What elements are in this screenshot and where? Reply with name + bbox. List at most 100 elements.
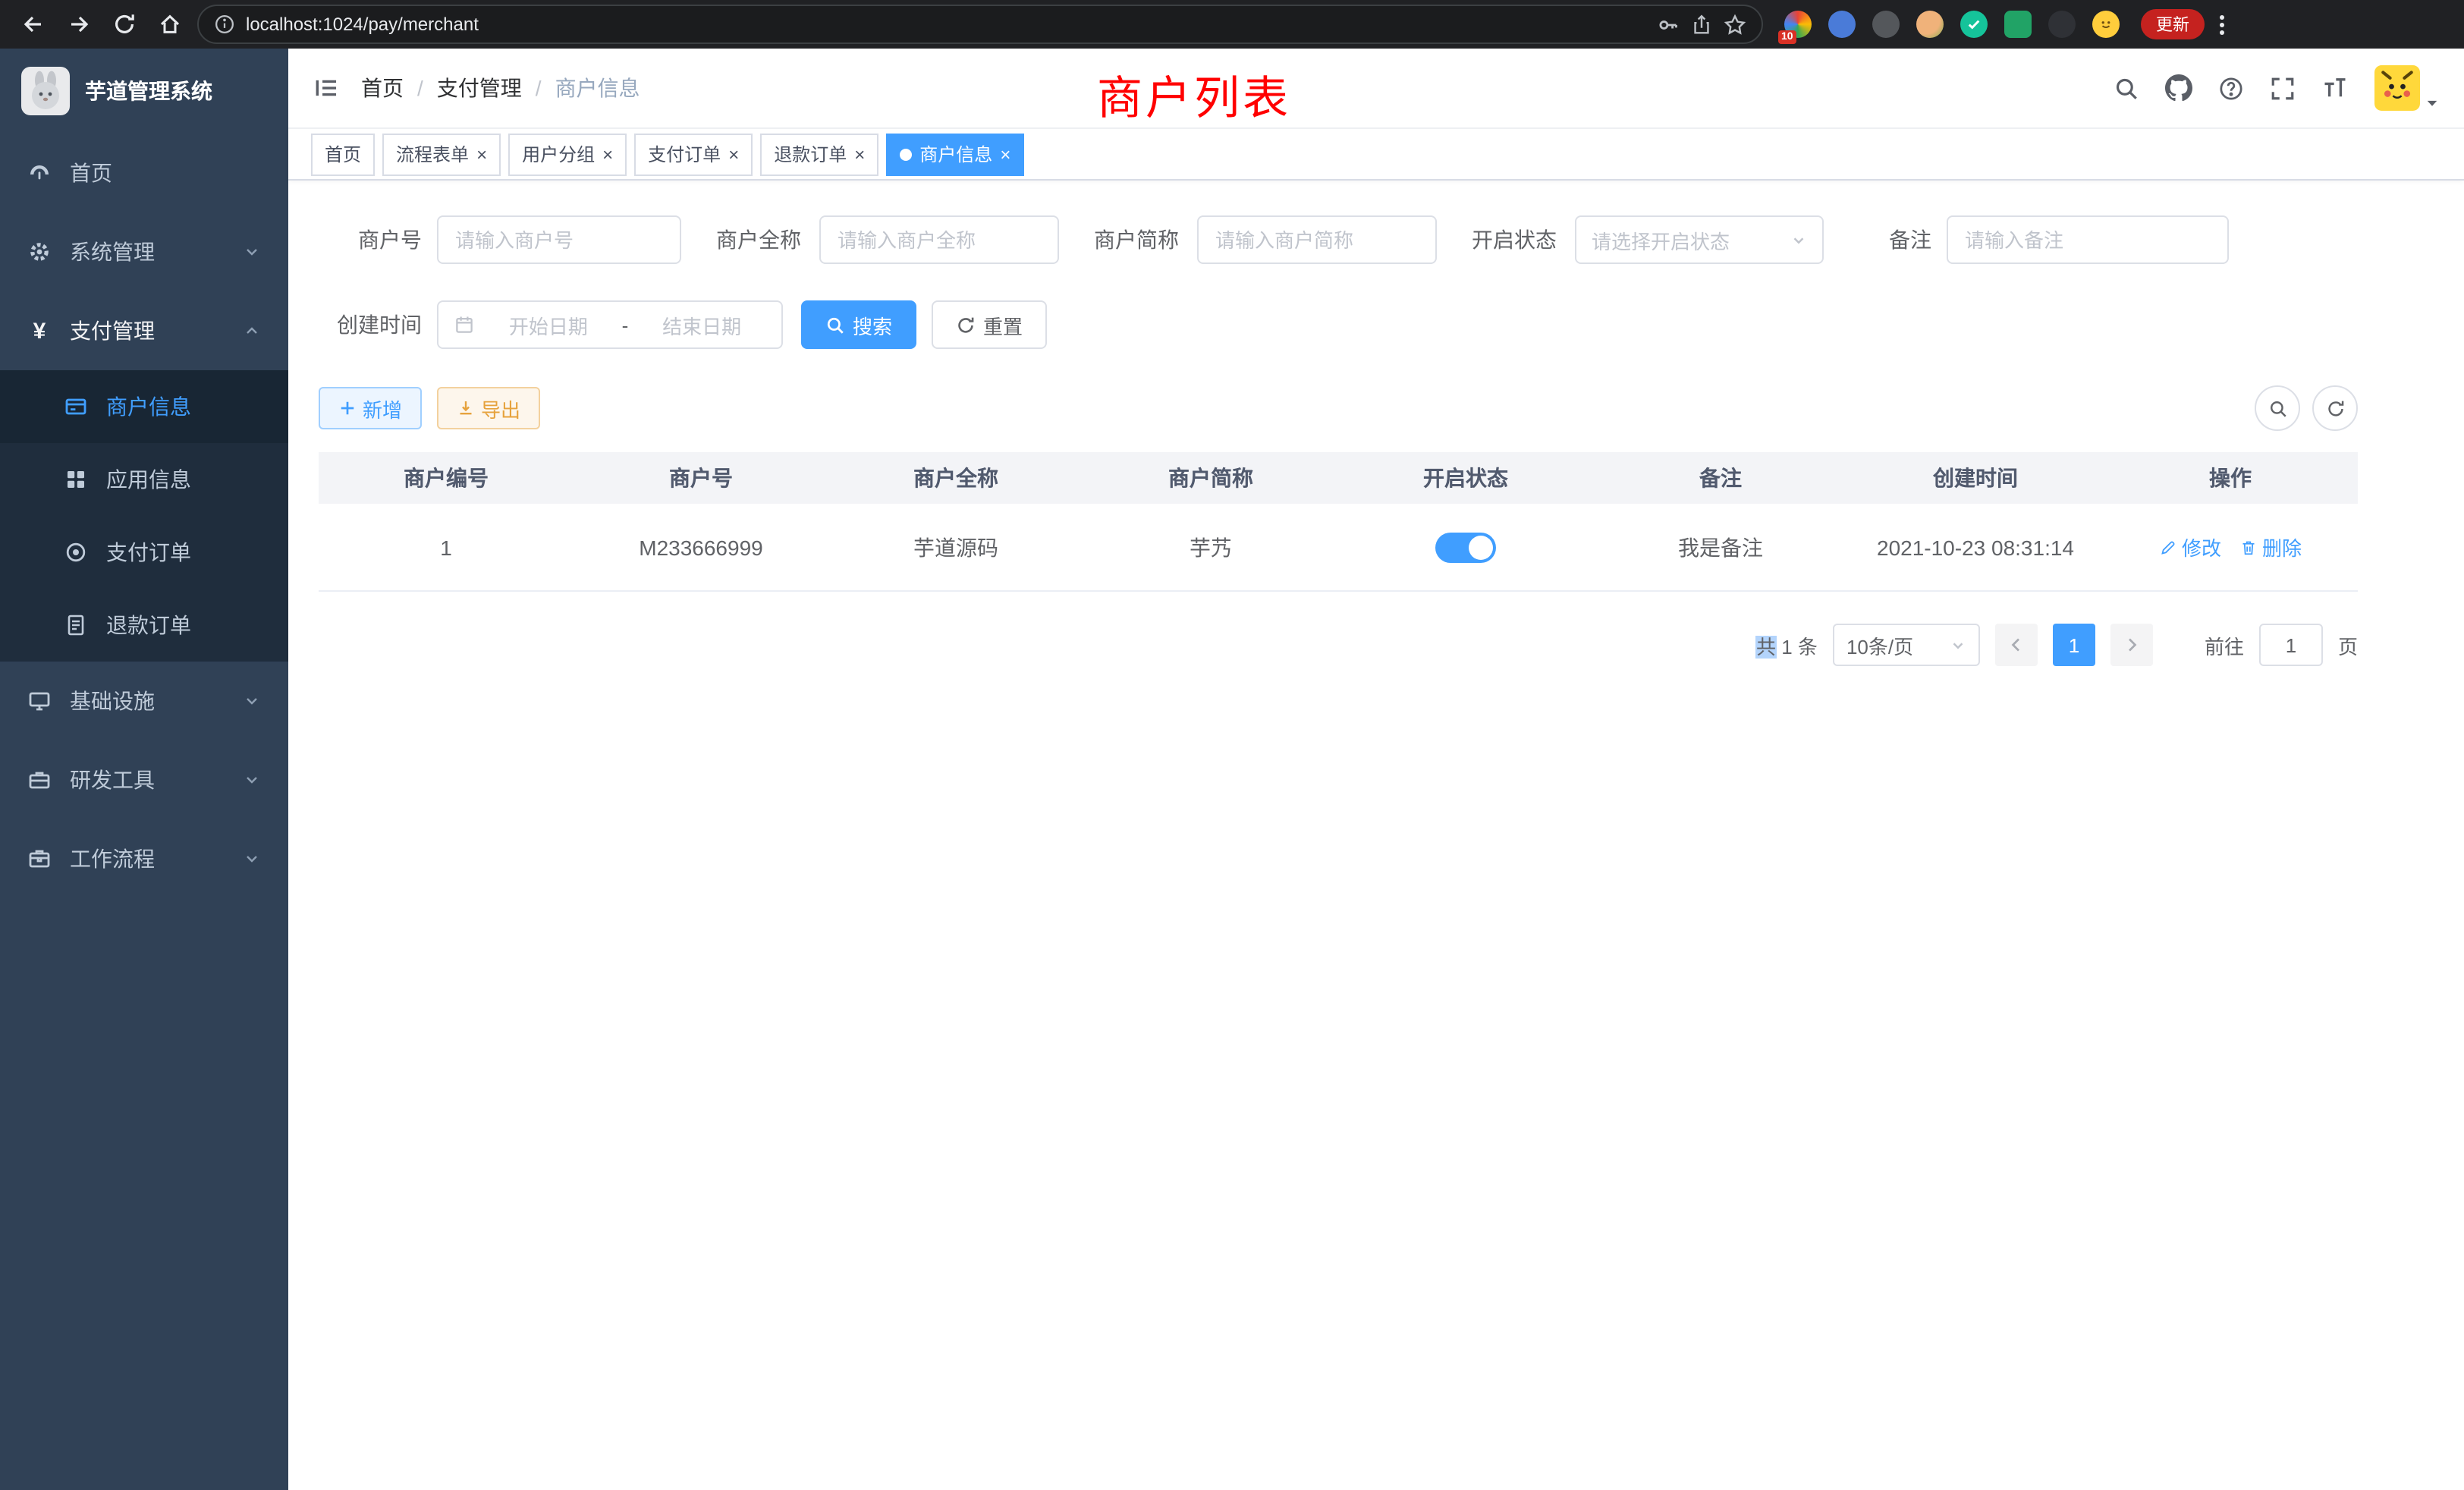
cell-create-time: 2021-10-23 08:31:14: [1848, 535, 2103, 559]
sidebar-item-system[interactable]: 系统管理: [0, 212, 288, 291]
back-icon[interactable]: [15, 6, 52, 42]
url-text[interactable]: localhost:1024/pay/merchant: [246, 14, 479, 35]
top-navbar: 首页 / 支付管理 / 商户信息 商户列表: [288, 49, 2464, 129]
fullscreen-icon[interactable]: [2270, 75, 2296, 101]
address-bar[interactable]: localhost:1024/pay/merchant: [197, 5, 1763, 44]
refresh-icon: [2325, 398, 2345, 418]
home-icon[interactable]: [152, 6, 188, 42]
col-header: 创建时间: [1848, 463, 2103, 493]
toggle-search-button[interactable]: [2255, 385, 2300, 431]
reload-icon[interactable]: [106, 6, 143, 42]
tab-process-form[interactable]: 流程表单 ×: [382, 133, 501, 175]
edit-link[interactable]: 修改: [2159, 533, 2221, 561]
delete-link[interactable]: 删除: [2239, 533, 2302, 561]
breadcrumb-payment[interactable]: 支付管理: [437, 73, 522, 103]
share-icon[interactable]: [1690, 13, 1713, 36]
sidebar-fold-icon[interactable]: [313, 74, 340, 102]
goto-unit: 页: [2338, 630, 2358, 659]
tab-label: 商户信息: [919, 141, 992, 167]
close-icon[interactable]: ×: [476, 145, 487, 163]
close-icon[interactable]: ×: [728, 145, 739, 163]
help-icon[interactable]: [2218, 75, 2244, 101]
page-size-select[interactable]: 10条/页: [1833, 624, 1980, 666]
info-icon[interactable]: [214, 14, 235, 35]
ext-dark-icon[interactable]: [2048, 11, 2076, 38]
sidebar-item-payment[interactable]: ¥ 支付管理: [0, 291, 288, 370]
sidebar-item-pay-order[interactable]: 支付订单: [0, 516, 288, 589]
merchant-shortname-input[interactable]: [1197, 215, 1437, 264]
sidebar-item-label: 首页: [70, 158, 112, 188]
prev-page-button[interactable]: [1995, 624, 2038, 666]
filter-row-1: 商户号 商户全称 商户简称 开启状态 请选择开启状态: [319, 215, 2358, 264]
sidebar-item-app-info[interactable]: 应用信息: [0, 443, 288, 516]
ext-colorful-icon[interactable]: 10: [1784, 11, 1812, 38]
sidebar-item-infrastructure[interactable]: 基础设施: [0, 662, 288, 740]
tab-refund-order[interactable]: 退款订单 ×: [760, 133, 878, 175]
add-button[interactable]: 新增: [319, 387, 422, 429]
merchant-fullname-label: 商户全称: [716, 225, 801, 255]
ext-blue-icon[interactable]: [1828, 11, 1856, 38]
ext-green-doc-icon[interactable]: [2004, 11, 2032, 38]
chevron-down-icon: [243, 243, 261, 261]
export-button[interactable]: 导出: [437, 387, 540, 429]
breadcrumb-home[interactable]: 首页: [361, 73, 404, 103]
sidebar-item-dev-tools[interactable]: 研发工具: [0, 740, 288, 819]
status-toggle[interactable]: [1435, 532, 1496, 562]
sidebar-item-workflow[interactable]: 工作流程: [0, 819, 288, 898]
col-header: 备注: [1593, 463, 1848, 493]
search-button[interactable]: 搜索: [801, 300, 916, 349]
close-icon[interactable]: ×: [854, 145, 865, 163]
cell-remark: 我是备注: [1593, 532, 1848, 562]
ext-green-check-icon[interactable]: [1960, 11, 1988, 38]
merchant-table: 商户编号 商户号 商户全称 商户简称 开启状态 备注 创建时间 操作 1 M23…: [319, 452, 2358, 592]
tags-view-bar: 首页 流程表单 × 用户分组 × 支付订单 × 退款订单 ×: [288, 129, 2464, 181]
status-select[interactable]: 请选择开启状态: [1575, 215, 1824, 264]
col-header: 商户全称: [828, 463, 1083, 493]
tab-label: 流程表单: [396, 141, 469, 167]
search-icon[interactable]: [2114, 75, 2139, 101]
cell-full-name: 芋道源码: [828, 532, 1083, 562]
ext-gray-icon[interactable]: [1872, 11, 1900, 38]
logo-row: 芋道管理系统: [0, 49, 288, 134]
tab-user-group[interactable]: 用户分组 ×: [508, 133, 627, 175]
page-annotation: 商户列表: [1097, 61, 1291, 127]
tab-home[interactable]: 首页: [311, 133, 375, 175]
ext-avatar-icon[interactable]: [1916, 11, 1944, 38]
ext-smiley-icon[interactable]: [2092, 11, 2120, 38]
refresh-table-button[interactable]: [2312, 385, 2358, 431]
date-range-picker[interactable]: 开始日期 - 结束日期: [437, 300, 783, 349]
tab-merchant-info[interactable]: 商户信息 ×: [886, 133, 1024, 175]
font-size-icon[interactable]: [2321, 74, 2349, 102]
tab-label: 支付订单: [648, 141, 721, 167]
chevron-up-icon: [243, 322, 261, 340]
chevron-right-icon: [2123, 636, 2141, 654]
goto-page-input[interactable]: [2259, 624, 2323, 666]
remark-input[interactable]: [1947, 215, 2229, 264]
merchant-no-input[interactable]: [437, 215, 681, 264]
github-icon[interactable]: [2165, 74, 2192, 102]
filter-row-2: 创建时间 开始日期 - 结束日期 搜索: [319, 300, 2358, 349]
grid-icon: [64, 467, 88, 492]
password-key-icon[interactable]: [1657, 13, 1680, 36]
chrome-update-button[interactable]: 更新: [2141, 9, 2205, 39]
remark-label: 备注: [1889, 225, 1931, 255]
sidebar-item-refund-order[interactable]: 退款订单: [0, 589, 288, 662]
sidebar-item-home[interactable]: 首页: [0, 134, 288, 212]
user-avatar[interactable]: [2374, 65, 2440, 111]
page-number-button[interactable]: 1: [2053, 624, 2095, 666]
next-page-button[interactable]: [2110, 624, 2153, 666]
merchant-fullname-input[interactable]: [819, 215, 1059, 264]
delete-link-label: 删除: [2262, 533, 2302, 561]
sidebar-item-merchant-info[interactable]: 商户信息: [0, 370, 288, 443]
col-header: 商户编号: [319, 463, 574, 493]
close-icon[interactable]: ×: [602, 145, 613, 163]
browser-toolbar: localhost:1024/pay/merchant 10: [0, 0, 2464, 49]
tab-pay-order[interactable]: 支付订单 ×: [634, 133, 753, 175]
reset-button[interactable]: 重置: [932, 300, 1047, 349]
bookmark-star-icon[interactable]: [1724, 13, 1746, 36]
forward-icon[interactable]: [61, 6, 97, 42]
total-count: 共 1 条: [1756, 630, 1818, 659]
close-icon[interactable]: ×: [1000, 145, 1010, 163]
browser-menu-icon[interactable]: [2214, 14, 2230, 34]
table-header-row: 商户编号 商户号 商户全称 商户简称 开启状态 备注 创建时间 操作: [319, 452, 2358, 504]
